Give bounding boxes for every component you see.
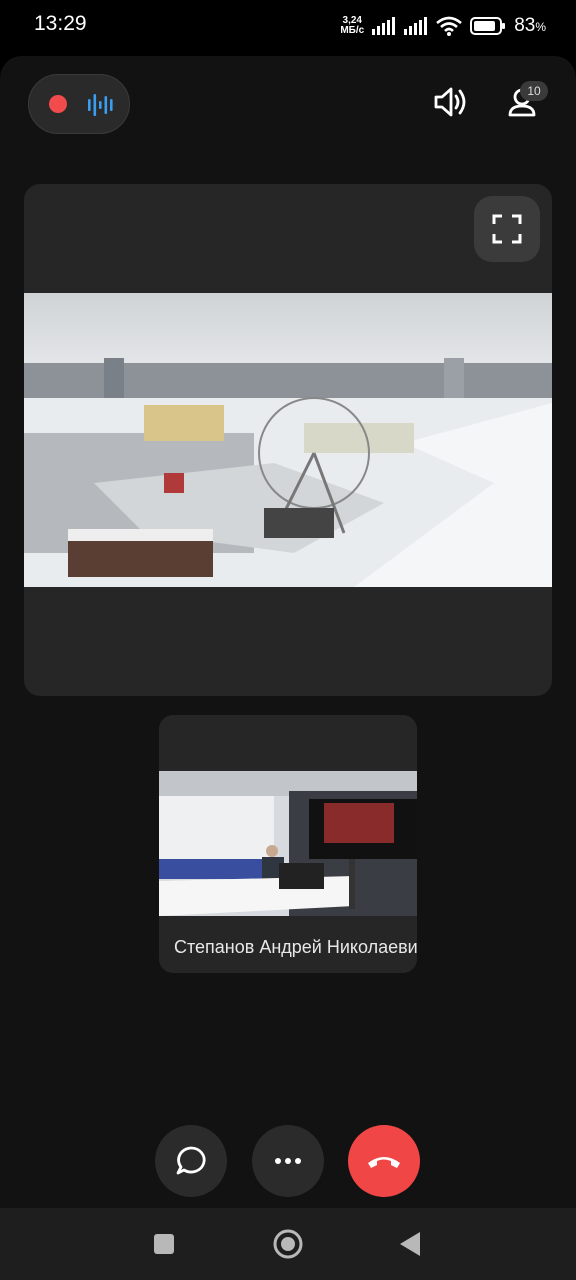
more-icon	[275, 1158, 301, 1164]
recording-indicator[interactable]	[28, 74, 130, 134]
more-button[interactable]	[252, 1125, 324, 1197]
home-icon	[273, 1229, 303, 1259]
participant-tile[interactable]: Степанов Андрей Николаевич	[159, 715, 417, 973]
participants-count-badge: 10	[520, 81, 548, 101]
home-button[interactable]	[270, 1226, 306, 1262]
record-icon	[49, 95, 67, 113]
chat-icon	[176, 1146, 206, 1175]
battery-percent: 83%	[514, 15, 546, 36]
navigation-bar	[0, 1208, 576, 1280]
participant-video-feed	[159, 771, 417, 916]
end-call-icon	[368, 1157, 400, 1168]
network-speed: 3,24 МБ/с	[340, 15, 365, 36]
signal-icon	[372, 17, 396, 35]
main-video-feed	[24, 293, 552, 587]
speaker-button[interactable]	[430, 78, 470, 126]
wifi-icon	[436, 16, 463, 36]
fullscreen-icon	[492, 214, 522, 244]
status-bar: 13:29 3,24 МБ/с 83%	[0, 0, 576, 52]
recents-button[interactable]	[146, 1226, 182, 1262]
participant-name: Степанов Андрей Николаевич	[174, 937, 417, 957]
back-icon	[400, 1232, 420, 1256]
battery-icon	[470, 17, 506, 35]
call-screen: 10 Степанов Андрей Николаевич	[0, 56, 576, 1208]
status-time: 13:29	[34, 12, 87, 35]
square-icon	[154, 1234, 174, 1254]
back-button[interactable]	[392, 1226, 428, 1262]
speaker-icon	[434, 87, 466, 117]
chat-button[interactable]	[155, 1125, 227, 1197]
end-call-button[interactable]	[348, 1125, 420, 1197]
signal-icon	[404, 17, 428, 35]
status-icons: 3,24 МБ/с 83%	[340, 12, 546, 40]
voice-activity-icon	[88, 94, 113, 116]
fullscreen-button[interactable]	[474, 196, 540, 262]
main-video-tile[interactable]	[24, 184, 552, 696]
